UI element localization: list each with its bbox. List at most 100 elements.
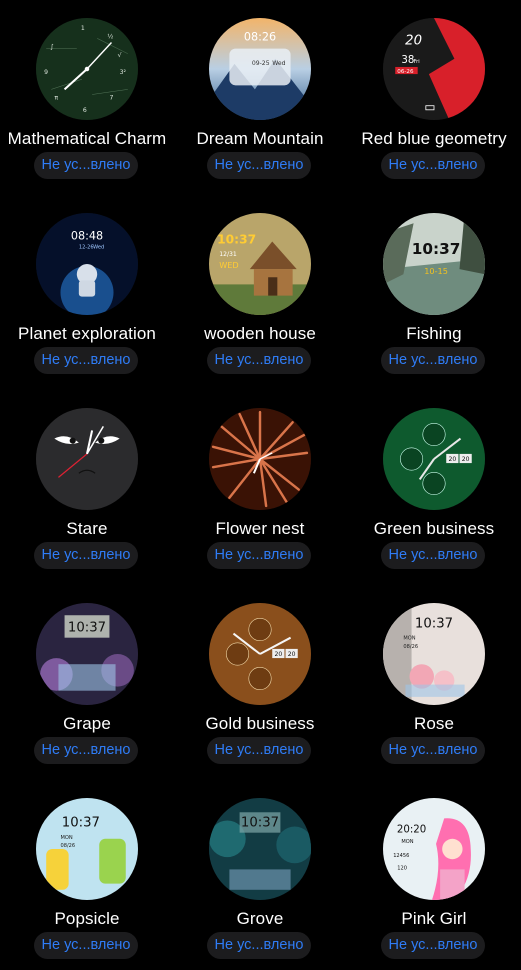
watch-time: 10:37 [415, 616, 453, 631]
install-status-button[interactable]: Не ус...влено [381, 152, 485, 179]
watch-face-thumbnail[interactable]: 20 20 [209, 603, 311, 705]
svg-text:9: 9 [44, 69, 48, 76]
watch-face-card[interactable]: 20 20 Green business Не ус...влено [347, 390, 521, 580]
watch-face-card[interactable]: 10:37 10-15 Fishing Не ус...влено [347, 195, 521, 385]
watch-face-thumbnail[interactable] [36, 408, 138, 510]
watch-date: 12-26 [79, 245, 94, 251]
watch-face-thumbnail[interactable]: 08:48 12-26 Wed [36, 213, 138, 315]
watch-date: 20 [274, 651, 282, 658]
watch-day: MON [403, 636, 415, 642]
watch-face-thumbnail[interactable]: 20:20 MON 12456 120 [383, 798, 485, 900]
watch-face-card[interactable]: 20 38 Fri 06-26 Red blue geometry Не ус.… [347, 0, 521, 190]
watch-face-thumbnail[interactable]: 20 20 [383, 408, 485, 510]
watch-time: 08:26 [244, 30, 276, 43]
install-status-button[interactable]: Не ус...влено [207, 737, 311, 764]
install-status-button[interactable]: Не ус...влено [381, 932, 485, 959]
watch-time: 20 [405, 34, 422, 49]
watch-face-thumbnail[interactable]: 20 38 Fri 06-26 [383, 18, 485, 120]
watch-time: 10:37 [412, 240, 461, 258]
watch-face-card[interactable]: 10:37 MON 08/26 Rose Не ус...влено [347, 585, 521, 775]
watch-time: 10:37 [68, 621, 106, 636]
watch-date: 06-26 [397, 69, 414, 75]
watch-face-thumbnail[interactable]: 10:37 [209, 798, 311, 900]
install-status-button[interactable]: Не ус...влено [34, 542, 138, 569]
watch-face-name: Stare [66, 519, 108, 538]
install-status-button[interactable]: Не ус...влено [381, 737, 485, 764]
install-status-button[interactable]: Не ус...влено [34, 347, 138, 374]
watch-face-name: Rose [413, 714, 455, 733]
watch-day: MON [401, 839, 413, 845]
install-status-button[interactable]: Не ус...влено [207, 152, 311, 179]
watch-time: 08:48 [71, 230, 103, 243]
watch-face-card[interactable]: 1 ½ √ 3² 7 6 π 9 ∫ Mathematical Charm Не ус...… [0, 0, 174, 190]
watch-face-name: Grove [236, 909, 284, 928]
watch-face-thumbnail[interactable]: 10:37 10-15 [383, 213, 485, 315]
install-status-button[interactable]: Не ус...влено [381, 542, 485, 569]
watch-face-card[interactable]: Stare Не ус...влено [0, 390, 174, 580]
svg-text:6: 6 [83, 107, 87, 114]
watch-face-thumbnail[interactable]: 10:37 [36, 603, 138, 705]
watch-face-thumbnail[interactable]: 1 ½ √ 3² 7 6 π 9 ∫ [36, 18, 138, 120]
watch-day: MON [60, 835, 72, 841]
svg-text:120: 120 [397, 865, 407, 871]
watch-face-thumbnail[interactable] [209, 408, 311, 510]
watch-face-name: Flower nest [215, 519, 305, 538]
watch-date: 08/26 [403, 644, 418, 650]
svg-text:7: 7 [109, 95, 113, 102]
watch-face-card[interactable]: 08:26 09-25 Wed Dream Mountain Не ус...в… [173, 0, 347, 190]
watch-date: 09-25 [252, 60, 270, 67]
svg-text:½: ½ [107, 32, 113, 40]
watch-face-name: Dream Mountain [196, 129, 324, 148]
watch-day: Wed [93, 245, 104, 251]
svg-text:∫: ∫ [50, 44, 53, 51]
watch-face-card[interactable]: 10:37 Grove Не ус...влено [173, 780, 347, 970]
watch-face-card[interactable]: 08:48 12-26 Wed Planet exploration Не ус… [0, 195, 174, 385]
watch-day: WED [219, 260, 239, 270]
svg-text:12456: 12456 [393, 853, 409, 859]
watch-face-name: Fishing [406, 324, 462, 343]
watch-day: Fri [414, 59, 420, 65]
watch-date: 12/31 [219, 251, 237, 258]
install-status-button[interactable]: Не ус...влено [207, 542, 311, 569]
install-status-button[interactable]: Не ус...влено [207, 932, 311, 959]
watch-day: 20 [288, 651, 296, 658]
watch-time: 20:20 [397, 825, 426, 836]
watch-day: 20 [462, 456, 470, 463]
install-status-button[interactable]: Не ус...влено [34, 737, 138, 764]
watch-face-name: Red blue geometry [361, 129, 507, 148]
watch-face-name: Pink Girl [401, 909, 467, 928]
install-status-button[interactable]: Не ус...влено [34, 152, 138, 179]
svg-text:38: 38 [401, 55, 414, 66]
watch-face-name: Popsicle [54, 909, 120, 928]
install-status-button[interactable]: Не ус...влено [207, 347, 311, 374]
watch-time: 10:37 [62, 816, 100, 831]
install-status-button[interactable]: Не ус...влено [381, 347, 485, 374]
watch-face-card[interactable]: 10:37 MON 08/26 Popsicle Не ус...влено [0, 780, 174, 970]
watch-face-grid: 1 ½ √ 3² 7 6 π 9 ∫ Mathematical Charm Не ус...… [0, 0, 521, 970]
watch-face-card[interactable]: 10:37 12/31 WED wooden house Не ус...вле… [173, 195, 347, 385]
watch-face-name: Mathematical Charm [7, 129, 167, 148]
watch-date: 08/26 [60, 843, 75, 849]
watch-day: Wed [272, 60, 285, 67]
watch-face-name: Planet exploration [18, 324, 156, 343]
watch-face-card[interactable]: 20 20 Gold business Не ус...влено [173, 585, 347, 775]
svg-text:1: 1 [81, 25, 85, 32]
watch-face-thumbnail[interactable]: 08:26 09-25 Wed [209, 18, 311, 120]
install-status-button[interactable]: Не ус...влено [34, 932, 138, 959]
watch-face-name: Gold business [205, 714, 315, 733]
watch-time: 10:37 [217, 233, 256, 247]
watch-time: 10:37 [241, 816, 279, 831]
svg-text:π: π [54, 95, 58, 102]
watch-face-card[interactable]: 20:20 MON 12456 120 Pink Girl Не ус...вл… [347, 780, 521, 970]
svg-text:√: √ [118, 52, 122, 59]
watch-date: 20 [448, 456, 456, 463]
watch-face-thumbnail[interactable]: 10:37 MON 08/26 [383, 603, 485, 705]
watch-face-name: Grape [63, 714, 111, 733]
watch-face-thumbnail[interactable]: 10:37 12/31 WED [209, 213, 311, 315]
watch-day: 10-15 [424, 266, 448, 276]
watch-face-name: Green business [373, 519, 495, 538]
watch-face-card[interactable]: Flower nest Не ус...влено [173, 390, 347, 580]
watch-face-thumbnail[interactable]: 10:37 MON 08/26 [36, 798, 138, 900]
watch-face-card[interactable]: 10:37 Grape Не ус...влено [0, 585, 174, 775]
svg-text:3²: 3² [120, 69, 127, 76]
